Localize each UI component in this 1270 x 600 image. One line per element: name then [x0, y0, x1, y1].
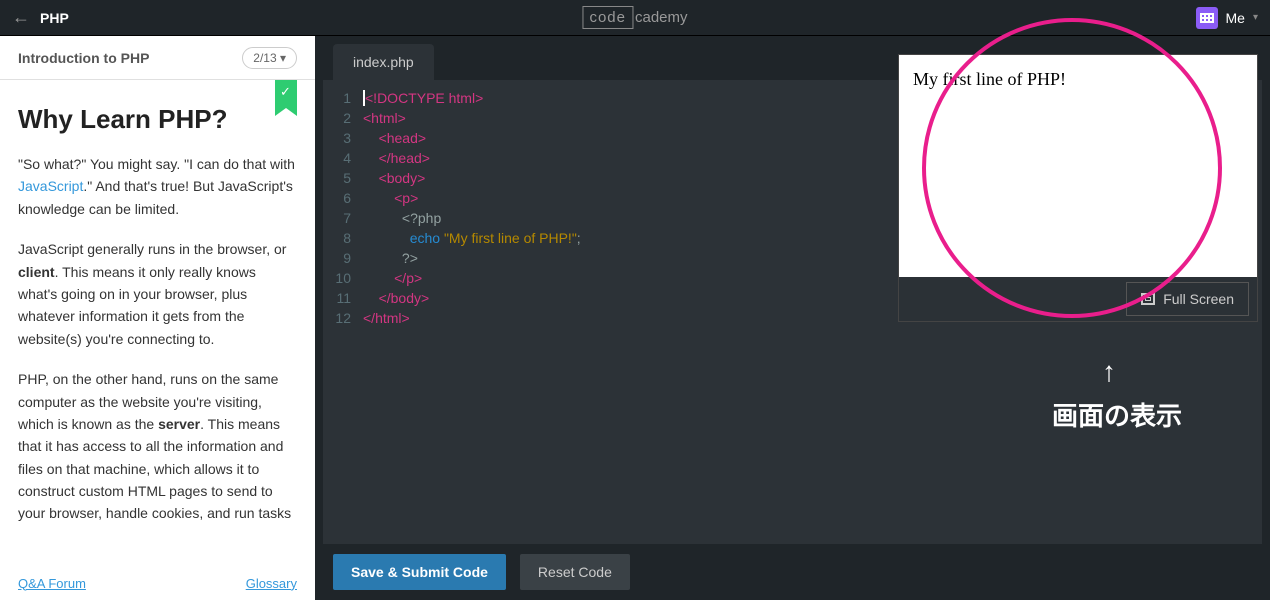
preview-footer: Full Screen	[899, 277, 1257, 321]
course-title: PHP	[40, 10, 69, 26]
preview-output: My first line of PHP!	[899, 55, 1257, 277]
brand-logo[interactable]: codecademy	[582, 6, 687, 29]
lesson-paragraph-3: PHP, on the other hand, runs on the same…	[18, 368, 297, 525]
line-number-gutter: 123456789101112	[323, 88, 363, 544]
top-nav-bar: ← PHP codecademy Me ▾	[0, 0, 1270, 36]
lesson-heading: Why Learn PHP?	[18, 104, 297, 135]
lesson-sidebar: Introduction to PHP 2/13 ▾ ✓ Why Learn P…	[0, 36, 315, 600]
chevron-down-icon: ▾	[1253, 12, 1258, 23]
lesson-paragraph-1: "So what?" You might say. "I can do that…	[18, 153, 297, 220]
sidebar-header: Introduction to PHP 2/13 ▾	[0, 36, 315, 80]
logo-cademy: cademy	[635, 9, 688, 26]
editor-footer: Save & Submit Code Reset Code	[315, 544, 1270, 600]
glossary-link[interactable]: Glossary	[246, 576, 297, 591]
section-title: Introduction to PHP	[18, 50, 149, 66]
lesson-progress-dropdown[interactable]: 2/13 ▾	[242, 47, 297, 69]
avatar-icon	[1196, 7, 1218, 29]
back-arrow-icon[interactable]: ←	[12, 7, 30, 28]
lesson-paragraph-2: JavaScript generally runs in the browser…	[18, 238, 297, 350]
reset-code-button[interactable]: Reset Code	[520, 554, 630, 590]
qa-forum-link[interactable]: Q&A Forum	[18, 576, 86, 591]
me-label: Me	[1226, 10, 1245, 26]
topbar-left-group: ← PHP	[12, 7, 69, 28]
lesson-content: Why Learn PHP? "So what?" You might say.…	[0, 80, 315, 600]
output-preview-panel: My first line of PHP! Full Screen	[898, 54, 1258, 322]
user-menu[interactable]: Me ▾	[1196, 7, 1258, 29]
annotation-arrow-icon: ↑	[1102, 356, 1116, 388]
fullscreen-icon	[1141, 293, 1155, 305]
logo-code: code	[582, 6, 633, 29]
fullscreen-button[interactable]: Full Screen	[1126, 282, 1249, 316]
completion-ribbon-icon: ✓	[275, 80, 297, 108]
annotation-caption: 画面の表示	[1052, 396, 1182, 433]
javascript-link[interactable]: JavaScript	[18, 178, 83, 194]
tab-index-php[interactable]: index.php	[333, 44, 434, 80]
save-submit-button[interactable]: Save & Submit Code	[333, 554, 506, 590]
sidebar-footer: Q&A Forum Glossary	[0, 566, 315, 600]
